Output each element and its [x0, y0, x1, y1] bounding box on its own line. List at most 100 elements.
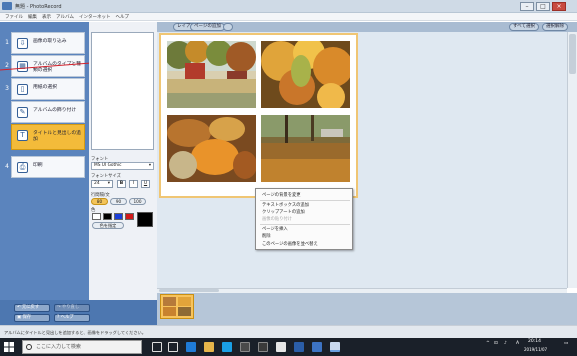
network-icon[interactable]: ⊡	[494, 341, 498, 346]
scroll-thumb[interactable]	[159, 289, 219, 292]
window-title: 無題 - PhotoRecord	[15, 4, 62, 10]
print-icon: ⎙	[17, 162, 28, 173]
deselect-button[interactable]: 選択解除	[542, 23, 568, 31]
context-menu: ページの背景を変更 テキストボックスの追加 クリップアートの追加 画像の貼り付け…	[255, 188, 353, 250]
clock-date: 2019/11/07	[524, 347, 548, 352]
add-page-button[interactable]: ページの追加	[190, 23, 225, 31]
menu-view[interactable]: 表示	[42, 14, 51, 20]
maximize-button[interactable]: □	[536, 2, 550, 11]
tray-chevron-icon[interactable]: ^	[486, 341, 490, 346]
windows-start-icon[interactable]	[4, 342, 14, 352]
volume-icon[interactable]: ♪	[504, 341, 507, 346]
step-print[interactable]: 4 ⎙ 印刷	[5, 156, 85, 178]
menu-item-add-textbox[interactable]: テキストボックスの追加	[262, 202, 309, 208]
clock-time: 20:14	[528, 339, 541, 344]
app-icon-4[interactable]	[312, 342, 322, 352]
edge-icon[interactable]	[186, 342, 196, 352]
undo-label: 元に戻す	[21, 305, 40, 310]
select-all-button[interactable]: すべて選択	[509, 23, 540, 31]
menu-help[interactable]: ヘルプ	[115, 14, 129, 20]
store-icon[interactable]	[222, 342, 232, 352]
chevron-down-icon: ▾	[107, 181, 110, 186]
app-icon-2[interactable]	[258, 342, 268, 352]
font-size-label: フォントサイズ	[91, 174, 121, 179]
photo-park-ground[interactable]	[261, 115, 350, 182]
italic-button[interactable]: I	[129, 180, 138, 188]
menu-separator	[260, 200, 350, 201]
menu-separator	[260, 224, 350, 225]
save-button[interactable]: ▣ 保存	[14, 314, 50, 322]
swatch-white[interactable]	[92, 213, 101, 220]
app-icon-1[interactable]	[240, 342, 250, 352]
font-size-select[interactable]: 24 ▾	[91, 180, 113, 188]
step-label: 用紙の選択	[33, 85, 57, 90]
custom-color-button[interactable]: 色を指定	[92, 222, 124, 229]
workspace-toolbar: レイアウト ページの追加 すべて選択 選択解除	[157, 22, 577, 32]
task-view-icon[interactable]	[168, 342, 178, 352]
spacing-option-90[interactable]: 90	[110, 198, 127, 205]
notification-icon[interactable]: ▭	[564, 341, 568, 346]
swatch-blue[interactable]	[114, 213, 123, 220]
album-page[interactable]	[159, 33, 358, 198]
status-bar: アルバムにタイトルと見出しを追加すると、画像をドラッグしてください。	[0, 325, 577, 338]
scroll-thumb[interactable]	[569, 34, 576, 74]
photo-fallen-leaves[interactable]	[167, 115, 256, 182]
menu-file[interactable]: ファイル	[5, 14, 23, 20]
undo-button[interactable]: ↶ 元に戻す	[14, 304, 50, 312]
menu-item-delete[interactable]: 削除	[262, 233, 271, 239]
close-button[interactable]: ×	[552, 2, 566, 11]
page-thumbnail[interactable]	[160, 294, 194, 319]
photo-autumn-leaves[interactable]	[261, 41, 350, 108]
step-label: タイトルと見出しの追加	[33, 131, 81, 142]
chrome-icon[interactable]	[276, 342, 286, 352]
photo-park-trees[interactable]	[167, 41, 256, 108]
menu-item-paste-image: 画像の貼り付け	[262, 217, 293, 222]
swatch-red[interactable]	[125, 213, 134, 220]
bold-button[interactable]: B	[117, 180, 126, 188]
title-preview-box	[91, 32, 154, 150]
vertical-scrollbar[interactable]	[567, 32, 577, 288]
menu-item-insert-page[interactable]: ページを挿入	[262, 226, 288, 232]
step-number: 3	[5, 85, 9, 92]
title-bar: 無題 - PhotoRecord – □ ×	[0, 0, 577, 13]
swatch-black[interactable]	[103, 213, 112, 220]
ime-indicator[interactable]: A	[516, 341, 519, 346]
redo-label: やり直し	[61, 305, 80, 310]
underline-button[interactable]: U	[141, 180, 150, 188]
menu-bar: ファイル 編集 表示 アルバム インターネット ヘルプ	[0, 13, 577, 21]
step-label: 印刷	[33, 163, 43, 168]
menu-edit[interactable]: 編集	[28, 14, 37, 20]
step-decorate[interactable]: ✎ アルバムの飾り付け	[11, 101, 85, 123]
menu-item-rearrange-images[interactable]: このページの画像を並べ替え	[262, 241, 318, 247]
redo-button[interactable]: ↷ やり直し	[54, 304, 90, 312]
help-button[interactable]: ? ヘルプ	[54, 314, 90, 322]
decorate-icon: ✎	[17, 107, 28, 118]
page-option-button[interactable]	[223, 23, 233, 31]
minimize-button[interactable]: –	[520, 2, 534, 11]
spacing-option-80[interactable]: 80	[91, 198, 108, 205]
help-label: ヘルプ	[60, 315, 74, 320]
photorecord-taskbar-icon[interactable]	[330, 342, 340, 352]
spacing-option-100[interactable]: 100	[129, 198, 146, 205]
search-icon	[26, 344, 32, 350]
menu-album[interactable]: アルバム	[56, 14, 74, 20]
search-placeholder: ここに入力して検索	[36, 344, 81, 350]
menu-item-add-clipart[interactable]: クリップアートの追加	[262, 209, 305, 215]
chevron-down-icon: ▾	[148, 163, 151, 168]
step-paper-select[interactable]: 3 ▯ 用紙の選択	[5, 78, 85, 100]
font-size-value: 24	[94, 181, 100, 186]
step-title-headings[interactable]: T タイトルと見出しの追加	[11, 124, 85, 150]
windows-taskbar: ここに入力して検索 ^ ⊡ ♪ A 20:14 2019/11/07 ▭	[0, 338, 577, 356]
menu-item-change-background[interactable]: ページの背景を変更	[262, 192, 301, 198]
step-number: 4	[5, 163, 9, 170]
page-thumbnail-strip	[157, 293, 577, 325]
current-color-preview	[137, 212, 153, 227]
font-select[interactable]: MS UI Gothic ▾	[91, 162, 154, 170]
app-icon-3[interactable]	[294, 342, 304, 352]
taskbar-search-box[interactable]: ここに入力して検索	[22, 340, 142, 354]
explorer-icon[interactable]	[204, 342, 214, 352]
menu-internet[interactable]: インターネット	[79, 14, 111, 20]
step-label: アルバムの飾り付け	[33, 108, 77, 113]
status-text: アルバムにタイトルと見出しを追加すると、画像をドラッグしてください。	[4, 330, 146, 335]
cortana-icon[interactable]	[152, 342, 162, 352]
